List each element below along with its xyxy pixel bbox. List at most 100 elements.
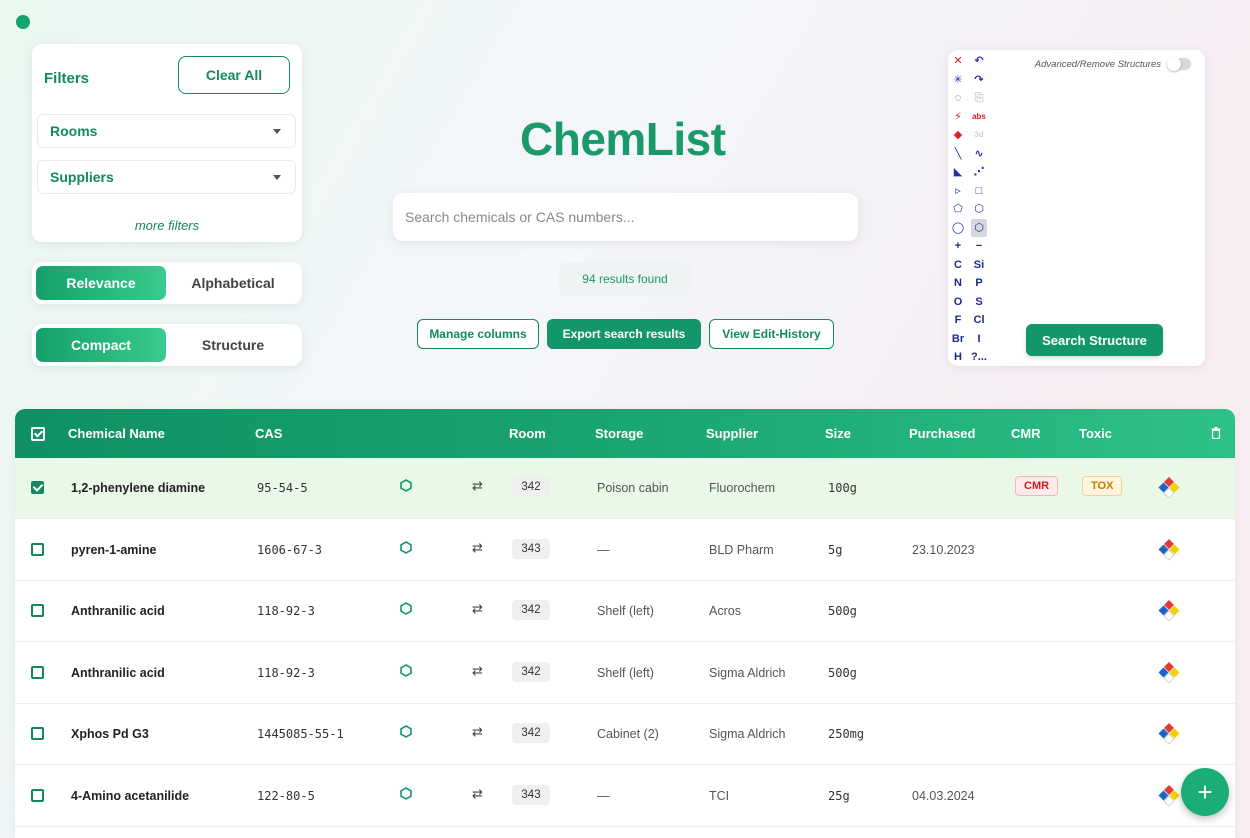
square-ring-icon[interactable]: □ [971,182,987,201]
header-name[interactable]: Chemical Name [68,426,165,441]
export-results-button[interactable]: Export search results [547,319,701,349]
paste-icon[interactable]: 3d [971,126,987,145]
structure-icon[interactable] [400,663,412,677]
table-row[interactable]: Xphos Pd G3 1445085-55-1 ⇄ 342 Cabinet (… [15,704,1235,765]
table-row[interactable]: 1,2-phenylene diamine 95-54-5 ⇄ 342 Pois… [15,458,1235,519]
search-structure-button[interactable]: Search Structure [1026,324,1163,356]
chemical-name[interactable]: 4-Amino acetanilide [71,789,189,803]
view-compact-button[interactable]: Compact [36,328,166,362]
minus-charge-icon[interactable]: − [971,237,987,256]
row-checkbox[interactable] [31,481,44,494]
nfpa-diamond-icon[interactable] [1157,476,1181,500]
redo-icon[interactable]: ↷ [971,71,987,90]
nfpa-diamond-icon[interactable] [1157,661,1181,685]
rooms-select[interactable]: Rooms [37,114,296,148]
charge-icon[interactable]: ⚡ [950,108,966,127]
element-button[interactable]: C [950,256,966,275]
structure-icon[interactable] [400,479,412,492]
hexagon-ring-icon[interactable]: ⬡ [971,200,987,219]
view-edit-history-button[interactable]: View Edit-History [709,319,834,349]
header-size[interactable]: Size [825,426,851,441]
nfpa-diamond-icon[interactable] [1157,538,1181,562]
header-toxic[interactable]: Toxic [1079,426,1112,441]
transfer-icon[interactable]: ⇄ [472,724,483,740]
table-row[interactable]: Anthranilic acid 118-92-3 ⇄ 342 Shelf (l… [15,642,1235,704]
clear-canvas-icon[interactable]: ✕ [950,52,966,71]
element-button[interactable]: O [950,293,966,312]
transfer-icon[interactable]: ⇄ [472,478,483,494]
header-cas[interactable]: CAS [255,426,282,441]
transfer-icon[interactable]: ⇄ [472,601,483,617]
abs-stereo-icon[interactable]: abs [971,108,987,127]
nfpa-diamond-icon[interactable] [1157,784,1181,808]
transfer-icon[interactable]: ⇄ [472,663,483,679]
transfer-icon[interactable]: ⇄ [472,540,483,556]
chemical-name[interactable]: 1,2-phenylene diamine [71,481,205,495]
element-button[interactable]: Br [950,330,966,349]
header-room[interactable]: Room [509,426,546,441]
chemical-name[interactable]: Anthranilic acid [71,604,165,618]
pentagon-ring-icon[interactable]: ⬠ [950,200,966,219]
select-all-checkbox[interactable] [31,427,45,441]
triangle-ring-icon[interactable]: ▹ [950,182,966,201]
add-chemical-button[interactable]: + [1181,768,1229,816]
structure-icon[interactable] [400,602,412,615]
clear-all-button[interactable]: Clear All [178,56,290,94]
header-cmr[interactable]: CMR [1011,426,1041,441]
element-button[interactable]: N [950,274,966,293]
cas-number: 1606-67-3 [257,542,323,557]
row-checkbox[interactable] [31,727,44,740]
wedge-bond-icon[interactable]: ◣ [950,163,966,182]
element-button[interactable]: H [950,348,966,367]
row-checkbox[interactable] [31,788,44,802]
row-checkbox[interactable] [31,604,44,617]
header-purchased[interactable]: Purchased [909,426,975,441]
table-row[interactable]: pyren-1-amine 1606-67-3 ⇄ 343 — BLD Phar… [15,519,1235,581]
element-button[interactable]: Si [971,256,987,275]
element-button[interactable]: ?... [971,348,987,367]
sort-alphabetical-button[interactable]: Alphabetical [168,266,298,300]
lasso-icon[interactable]: ◌ [950,89,966,108]
view-structure-button[interactable]: Structure [168,328,298,362]
header-storage[interactable]: Storage [595,426,643,441]
search-input[interactable] [393,193,858,241]
manage-columns-button[interactable]: Manage columns [417,319,539,349]
advanced-structures-toggle[interactable] [1167,57,1191,71]
hash-bond-icon[interactable]: ⋰ [971,163,987,182]
structure-icon[interactable] [400,786,412,800]
nfpa-diamond-icon[interactable] [1157,722,1181,746]
transfer-icon[interactable]: ⇄ [472,786,483,802]
circle-ring-icon[interactable]: ◯ [950,219,966,238]
element-button[interactable]: P [971,274,987,293]
row-checkbox[interactable] [31,665,44,679]
chemical-name[interactable]: Xphos Pd G3 [71,727,149,741]
more-filters-link[interactable]: more filters [32,218,302,233]
sort-toggle: Relevance Alphabetical [32,262,302,304]
single-bond-icon[interactable]: ╲ [950,145,966,164]
nfpa-diamond-icon[interactable] [1157,599,1181,623]
structure-icon[interactable] [400,540,412,554]
copy-icon[interactable]: ⎘ [971,89,987,108]
chevron-down-icon [273,129,281,134]
chemical-name[interactable]: Anthranilic acid [71,666,165,680]
sort-relevance-button[interactable]: Relevance [36,266,166,300]
chain-icon[interactable]: ∿ [971,145,987,164]
undo-icon[interactable]: ↶ [971,52,987,71]
element-button[interactable]: Cl [971,311,987,330]
element-button[interactable]: I [971,330,987,349]
structure-icon[interactable] [400,725,412,738]
trash-icon[interactable] [1211,427,1221,439]
header-supplier[interactable]: Supplier [706,426,758,441]
eraser-icon[interactable]: ◆ [950,126,966,145]
row-checkbox[interactable] [31,542,44,556]
element-button[interactable]: S [971,293,987,312]
explode-icon[interactable]: ✳ [950,71,966,90]
table-row[interactable]: 4-Amino acetanilide 122-80-5 ⇄ 343 — TCI… [15,765,1235,827]
supplier-name: BLD Pharm [709,542,774,557]
chemical-name[interactable]: pyren-1-amine [71,543,156,557]
table-row[interactable]: Anthranilic acid 118-92-3 ⇄ 342 Shelf (l… [15,581,1235,642]
element-button[interactable]: F [950,311,966,330]
suppliers-select[interactable]: Suppliers [37,160,296,194]
plus-charge-icon[interactable]: + [950,237,966,256]
benzene-ring-icon[interactable]: ⬡ [971,218,987,237]
